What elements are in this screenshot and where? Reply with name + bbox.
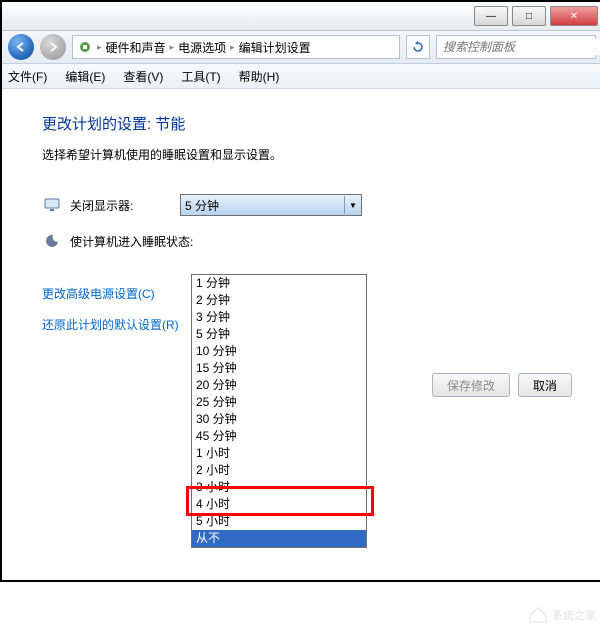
refresh-icon <box>412 41 424 53</box>
menu-tools[interactable]: 工具(T) <box>181 68 220 85</box>
turn-off-display-label: 关闭显示器: <box>70 197 180 214</box>
dropdown-option[interactable]: 10 分钟 <box>192 343 366 360</box>
menu-help[interactable]: 帮助(H) <box>239 68 280 85</box>
dropdown-option[interactable]: 3 分钟 <box>192 309 366 326</box>
navigation-bar: ▸ 硬件和声音 ▸ 电源选项 ▸ 编辑计划设置 <box>2 31 600 64</box>
moon-icon <box>42 231 62 251</box>
cancel-button[interactable]: 取消 <box>518 373 572 397</box>
house-icon <box>528 607 548 623</box>
page-title: 更改计划的设置: 节能 <box>42 113 562 134</box>
save-button[interactable]: 保存修改 <box>432 373 510 397</box>
back-button[interactable] <box>8 34 34 60</box>
forward-button[interactable] <box>40 34 66 60</box>
dropdown-option[interactable]: 45 分钟 <box>192 428 366 445</box>
button-row: 保存修改 取消 <box>432 373 572 397</box>
crumb-edit-plan[interactable]: 编辑计划设置 <box>239 39 311 56</box>
dropdown-option[interactable]: 5 分钟 <box>192 326 366 343</box>
menu-edit[interactable]: 编辑(E) <box>65 68 105 85</box>
combo-value: 5 分钟 <box>185 197 219 214</box>
watermark: 系统之家 <box>528 607 596 623</box>
dropdown-option[interactable]: 15 分钟 <box>192 360 366 377</box>
dropdown-option[interactable]: 20 分钟 <box>192 377 366 394</box>
dropdown-option[interactable]: 1 小时 <box>192 445 366 462</box>
crumb-power-options[interactable]: 电源选项 <box>178 39 226 56</box>
monitor-icon <box>42 195 62 215</box>
dropdown-option[interactable]: 30 分钟 <box>192 411 366 428</box>
search-input[interactable] <box>441 39 600 55</box>
row-sleep: 使计算机进入睡眠状态: <box>42 227 562 255</box>
control-panel-icon <box>77 39 93 55</box>
page-description: 选择希望计算机使用的睡眠设置和显示设置。 <box>42 146 562 163</box>
chevron-right-icon: ▸ <box>168 42 177 53</box>
maximize-button[interactable]: □ <box>512 6 546 26</box>
arrow-right-icon <box>47 41 59 53</box>
refresh-button[interactable] <box>406 35 430 59</box>
content-area: 更改计划的设置: 节能 选择希望计算机使用的睡眠设置和显示设置。 关闭显示器: … <box>2 89 600 627</box>
chevron-right-icon: ▸ <box>95 42 104 53</box>
dropdown-list[interactable]: 1 分钟2 分钟3 分钟5 分钟10 分钟15 分钟20 分钟25 分钟30 分… <box>191 274 367 548</box>
menu-view[interactable]: 查看(V) <box>123 68 163 85</box>
dropdown-option[interactable]: 4 小时 <box>192 496 366 513</box>
dropdown-option[interactable]: 3 小时 <box>192 479 366 496</box>
minimize-button[interactable]: — <box>474 6 508 26</box>
dropdown-option[interactable]: 2 分钟 <box>192 292 366 309</box>
menu-bar: 文件(F) 编辑(E) 查看(V) 工具(T) 帮助(H) <box>2 64 600 89</box>
chevron-down-icon: ▼ <box>344 196 361 214</box>
dropdown-option[interactable]: 5 小时 <box>192 513 366 530</box>
sleep-label: 使计算机进入睡眠状态: <box>70 233 193 250</box>
titlebar: — □ ✕ <box>2 2 600 31</box>
control-panel-window: — □ ✕ ▸ 硬件和声音 ▸ 电源选项 ▸ 编辑计划设置 文件(F) 编辑(E… <box>0 0 600 582</box>
close-button[interactable]: ✕ <box>550 6 598 26</box>
turn-off-display-combo[interactable]: 5 分钟 ▼ <box>180 194 362 216</box>
breadcrumb[interactable]: ▸ 硬件和声音 ▸ 电源选项 ▸ 编辑计划设置 <box>72 35 400 59</box>
row-turn-off-display: 关闭显示器: 5 分钟 ▼ <box>42 191 562 219</box>
arrow-left-icon <box>15 41 27 53</box>
dropdown-option[interactable]: 从不 <box>192 530 366 547</box>
dropdown-option[interactable]: 1 分钟 <box>192 275 366 292</box>
crumb-hardware-sound[interactable]: 硬件和声音 <box>106 39 166 56</box>
search-box[interactable] <box>436 35 596 59</box>
chevron-right-icon: ▸ <box>228 42 237 53</box>
dropdown-option[interactable]: 25 分钟 <box>192 394 366 411</box>
dropdown-option[interactable]: 2 小时 <box>192 462 366 479</box>
menu-file[interactable]: 文件(F) <box>8 68 47 85</box>
